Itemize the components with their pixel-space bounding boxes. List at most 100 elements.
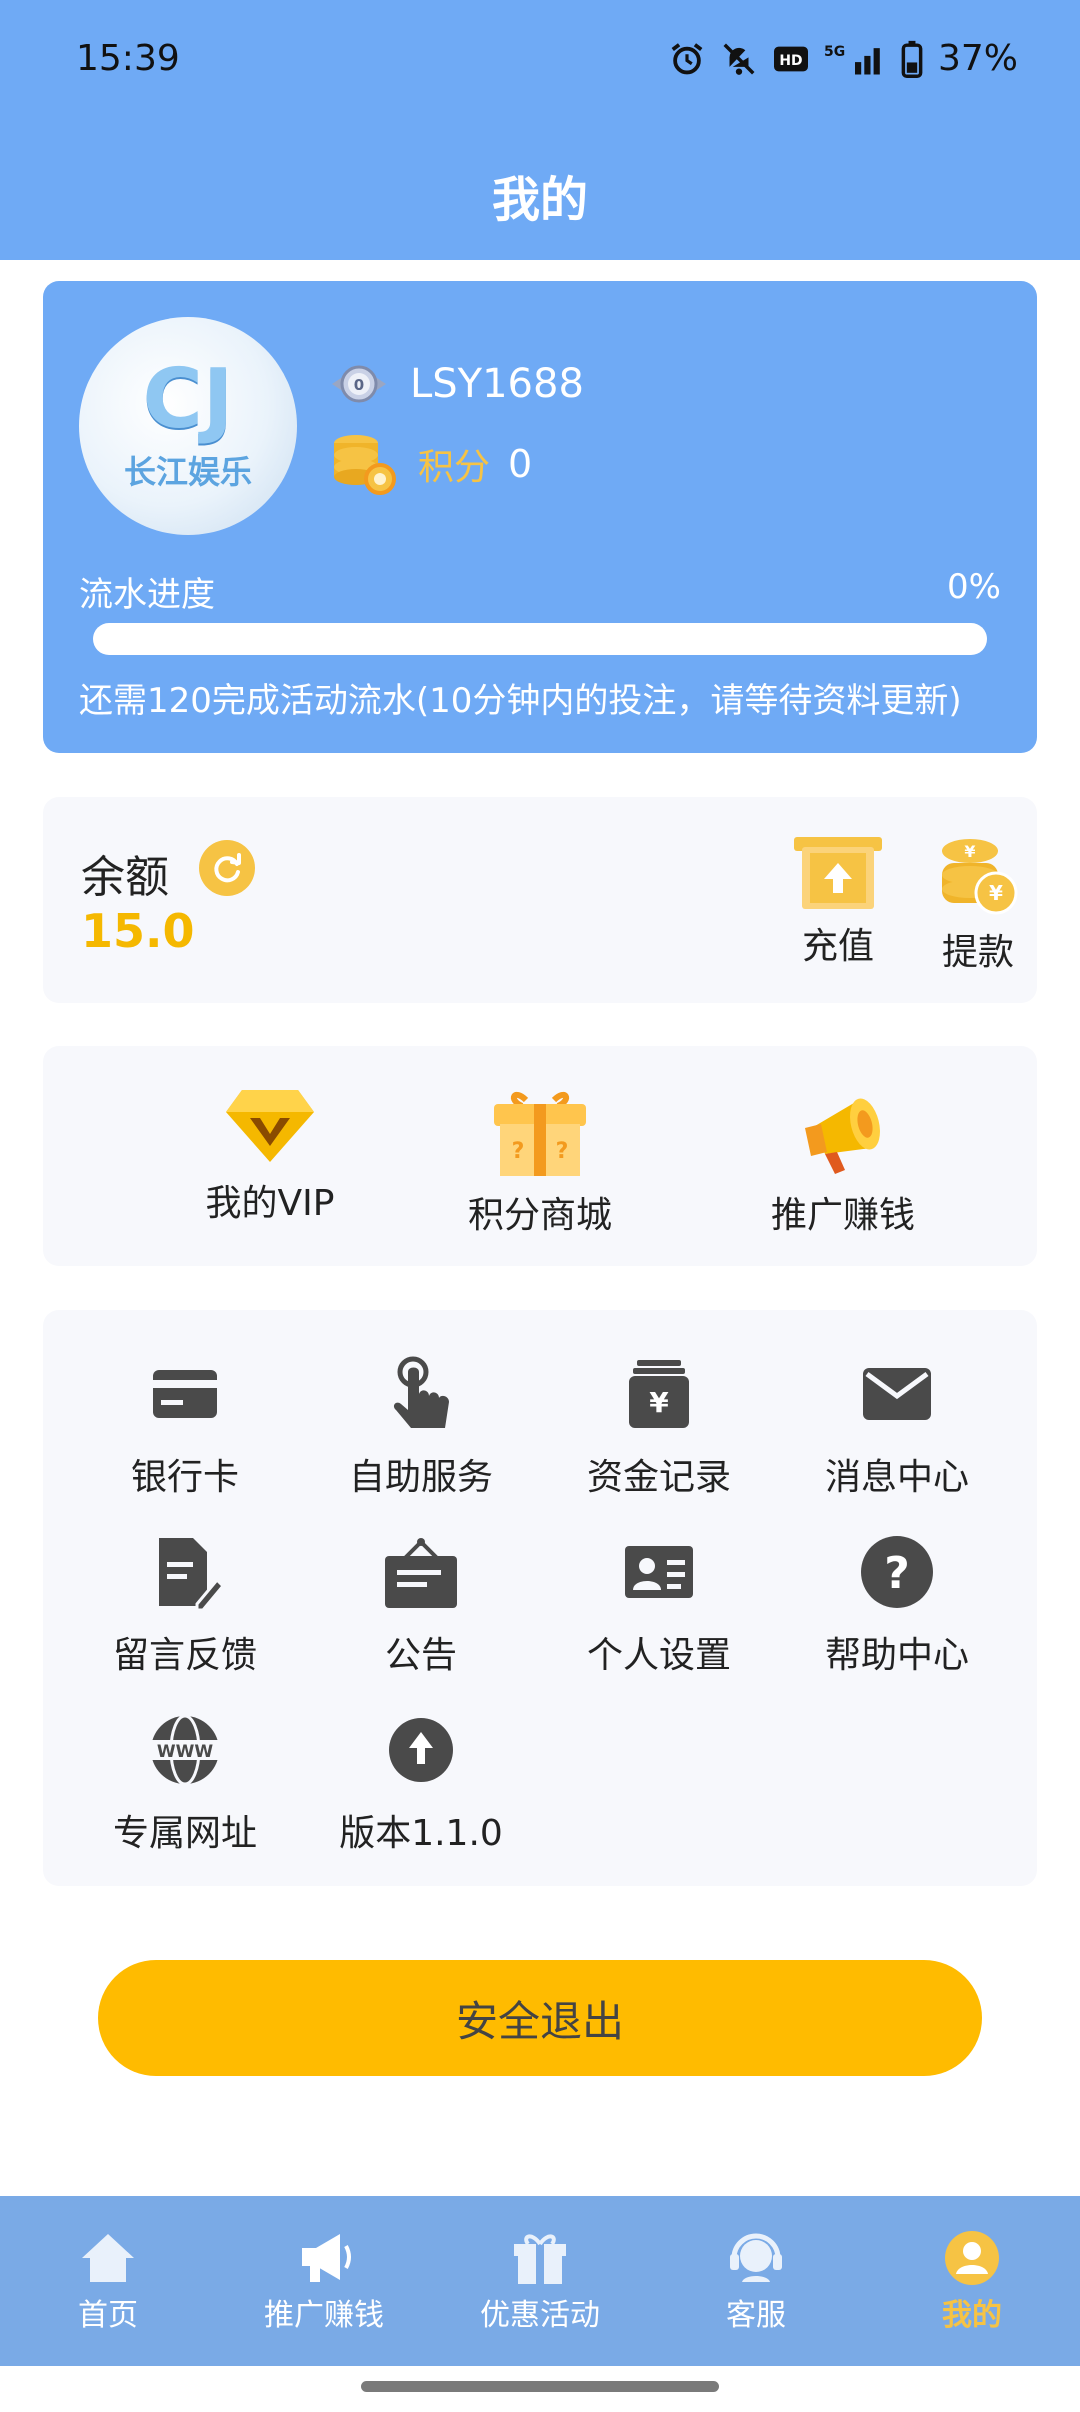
- coins-icon: [334, 435, 396, 495]
- nav-home[interactable]: 首页: [0, 2196, 216, 2366]
- nav-label: 客服: [726, 2298, 786, 2333]
- menu-label: 自助服务: [348, 1457, 493, 1498]
- nav-customer-service[interactable]: 客服: [648, 2196, 864, 2366]
- flow-progress-bar: [93, 623, 987, 655]
- menu-help-center[interactable]: ? 帮助中心: [777, 1532, 1017, 1678]
- flow-note: 还需120完成活动流水(10分钟内的投注，请等待资料更新): [79, 681, 962, 721]
- battery-percent: 37%: [937, 38, 1018, 79]
- svg-text:¥: ¥: [649, 1386, 669, 1419]
- menu-label: 消息中心: [824, 1457, 969, 1498]
- nav-promotions[interactable]: 优惠活动: [432, 2196, 648, 2366]
- nav-label: 首页: [78, 2298, 138, 2333]
- menu-label: 留言反馈: [112, 1635, 257, 1676]
- svg-text:WWW: WWW: [157, 1742, 214, 1762]
- points-value: 0: [508, 442, 533, 486]
- points-mall-button[interactable]: ? ? 积分商城: [410, 1086, 670, 1238]
- points-row: 积分 0: [328, 431, 532, 497]
- bank-card-icon: [153, 1370, 217, 1418]
- profile-card: CJ 长江娱乐 0 LSY1688 积分 0 流水进度 0% 还需120完成活动…: [43, 281, 1037, 753]
- svg-text:?: ?: [512, 1139, 525, 1164]
- home-indicator[interactable]: [361, 2381, 719, 2392]
- mail-icon: [863, 1368, 931, 1420]
- headset-icon: [730, 2233, 782, 2282]
- menu-personal-settings[interactable]: 个人设置: [539, 1532, 779, 1678]
- hand-tap-icon: [393, 1356, 449, 1428]
- bottom-nav: 首页 推广赚钱 优惠活动 客服 我的: [0, 2196, 1080, 2366]
- flow-label: 流水进度: [79, 575, 215, 615]
- menu-label: 个人设置: [586, 1635, 731, 1676]
- withdraw-button[interactable]: ¥ ¥ 提款: [903, 835, 1053, 975]
- feature-card: 我的VIP ? ? 积分商城 推广赚钱: [43, 1046, 1037, 1266]
- help-icon: ?: [861, 1536, 933, 1608]
- menu-label: 公告: [384, 1635, 457, 1676]
- username: LSY1688: [410, 361, 584, 407]
- notice-board-icon: [385, 1538, 457, 1608]
- bell-off-icon: [723, 43, 755, 75]
- www-icon: WWW: [149, 1714, 221, 1786]
- menu-message-center[interactable]: 消息中心: [777, 1354, 1017, 1500]
- status-time: 15:39: [76, 38, 180, 79]
- menu-grid-card: 银行卡 自助服务 ¥ 资金记录 消息中心 留言反馈 公告 个人设置 ? 帮助中心…: [43, 1310, 1037, 1886]
- level-badge-icon: 0: [332, 365, 386, 403]
- menu-self-service[interactable]: 自助服务: [301, 1354, 541, 1500]
- menu-label: 银行卡: [130, 1457, 239, 1498]
- megaphone-icon: [302, 2234, 351, 2282]
- upload-icon: [389, 1718, 453, 1782]
- diamond-vip-icon: [226, 1090, 314, 1162]
- promote-earn-label: 推广赚钱: [770, 1195, 915, 1236]
- logout-button[interactable]: 安全退出: [98, 1960, 982, 2076]
- promote-earn-button[interactable]: 推广赚钱: [713, 1086, 973, 1238]
- alarm-icon: [671, 42, 703, 74]
- menu-version[interactable]: 版本1.1.0: [301, 1710, 541, 1856]
- balance-label: 余额: [81, 852, 169, 903]
- svg-text:0: 0: [354, 376, 364, 394]
- menu-feedback[interactable]: 留言反馈: [65, 1532, 305, 1678]
- yuan-coins-icon: ¥ ¥: [942, 839, 1018, 915]
- logo-mark: CJ: [142, 352, 234, 447]
- menu-fund-records[interactable]: ¥ 资金记录: [539, 1354, 779, 1500]
- menu-label: 帮助中心: [824, 1635, 969, 1676]
- svg-text:¥: ¥: [989, 881, 1003, 905]
- user-row: 0 LSY1688: [328, 361, 584, 407]
- battery-icon: [901, 40, 923, 78]
- megaphone-icon: [805, 1098, 880, 1174]
- fund-record-icon: ¥: [629, 1360, 689, 1428]
- avatar[interactable]: CJ 长江娱乐: [79, 317, 297, 535]
- my-vip-label: 我的VIP: [205, 1183, 335, 1224]
- user-icon: [945, 2231, 999, 2285]
- page-title: 我的: [491, 172, 588, 228]
- recharge-label: 充值: [801, 926, 874, 967]
- menu-label: 版本1.1.0: [339, 1813, 503, 1854]
- nav-label: 优惠活动: [480, 2298, 600, 2333]
- menu-notice[interactable]: 公告: [301, 1532, 541, 1678]
- atm-icon: [794, 837, 882, 909]
- balance-value: 15.0: [81, 904, 195, 958]
- nav-mine[interactable]: 我的: [864, 2196, 1080, 2366]
- logo-text: 长江娱乐: [123, 453, 252, 491]
- balance-card: 余额 15.0 充值 ¥ ¥ 提款: [43, 797, 1037, 1003]
- nav-label: 我的: [942, 2298, 1002, 2333]
- status-bar: 15:39 HD 5G 37%: [0, 0, 1080, 125]
- nav-promote[interactable]: 推广赚钱: [216, 2196, 432, 2366]
- svg-text:HD: HD: [779, 53, 802, 69]
- menu-bank-card[interactable]: 银行卡: [65, 1354, 305, 1500]
- hd-icon: HD: [773, 46, 808, 71]
- signal-5g-icon: 5G: [824, 43, 880, 74]
- gift-box-icon: ? ?: [494, 1092, 586, 1176]
- flow-percent: 0%: [947, 567, 1001, 607]
- points-label: 积分: [418, 447, 491, 488]
- nav-label: 推广赚钱: [264, 2298, 384, 2333]
- gift-icon: [514, 2234, 566, 2284]
- feedback-icon: [159, 1538, 225, 1612]
- header: 15:39 HD 5G 37% 我的: [0, 0, 1080, 260]
- withdraw-label: 提款: [941, 932, 1014, 973]
- menu-label: 资金记录: [586, 1457, 731, 1498]
- svg-text:5G: 5G: [824, 43, 845, 59]
- svg-text:¥: ¥: [964, 842, 975, 861]
- recharge-button[interactable]: 充值: [763, 835, 913, 969]
- menu-exclusive-url[interactable]: WWW 专属网址: [65, 1710, 305, 1856]
- refresh-icon[interactable]: [199, 840, 255, 896]
- my-vip-button[interactable]: 我的VIP: [140, 1086, 400, 1226]
- svg-text:?: ?: [884, 1548, 910, 1599]
- points-mall-label: 积分商城: [467, 1195, 612, 1236]
